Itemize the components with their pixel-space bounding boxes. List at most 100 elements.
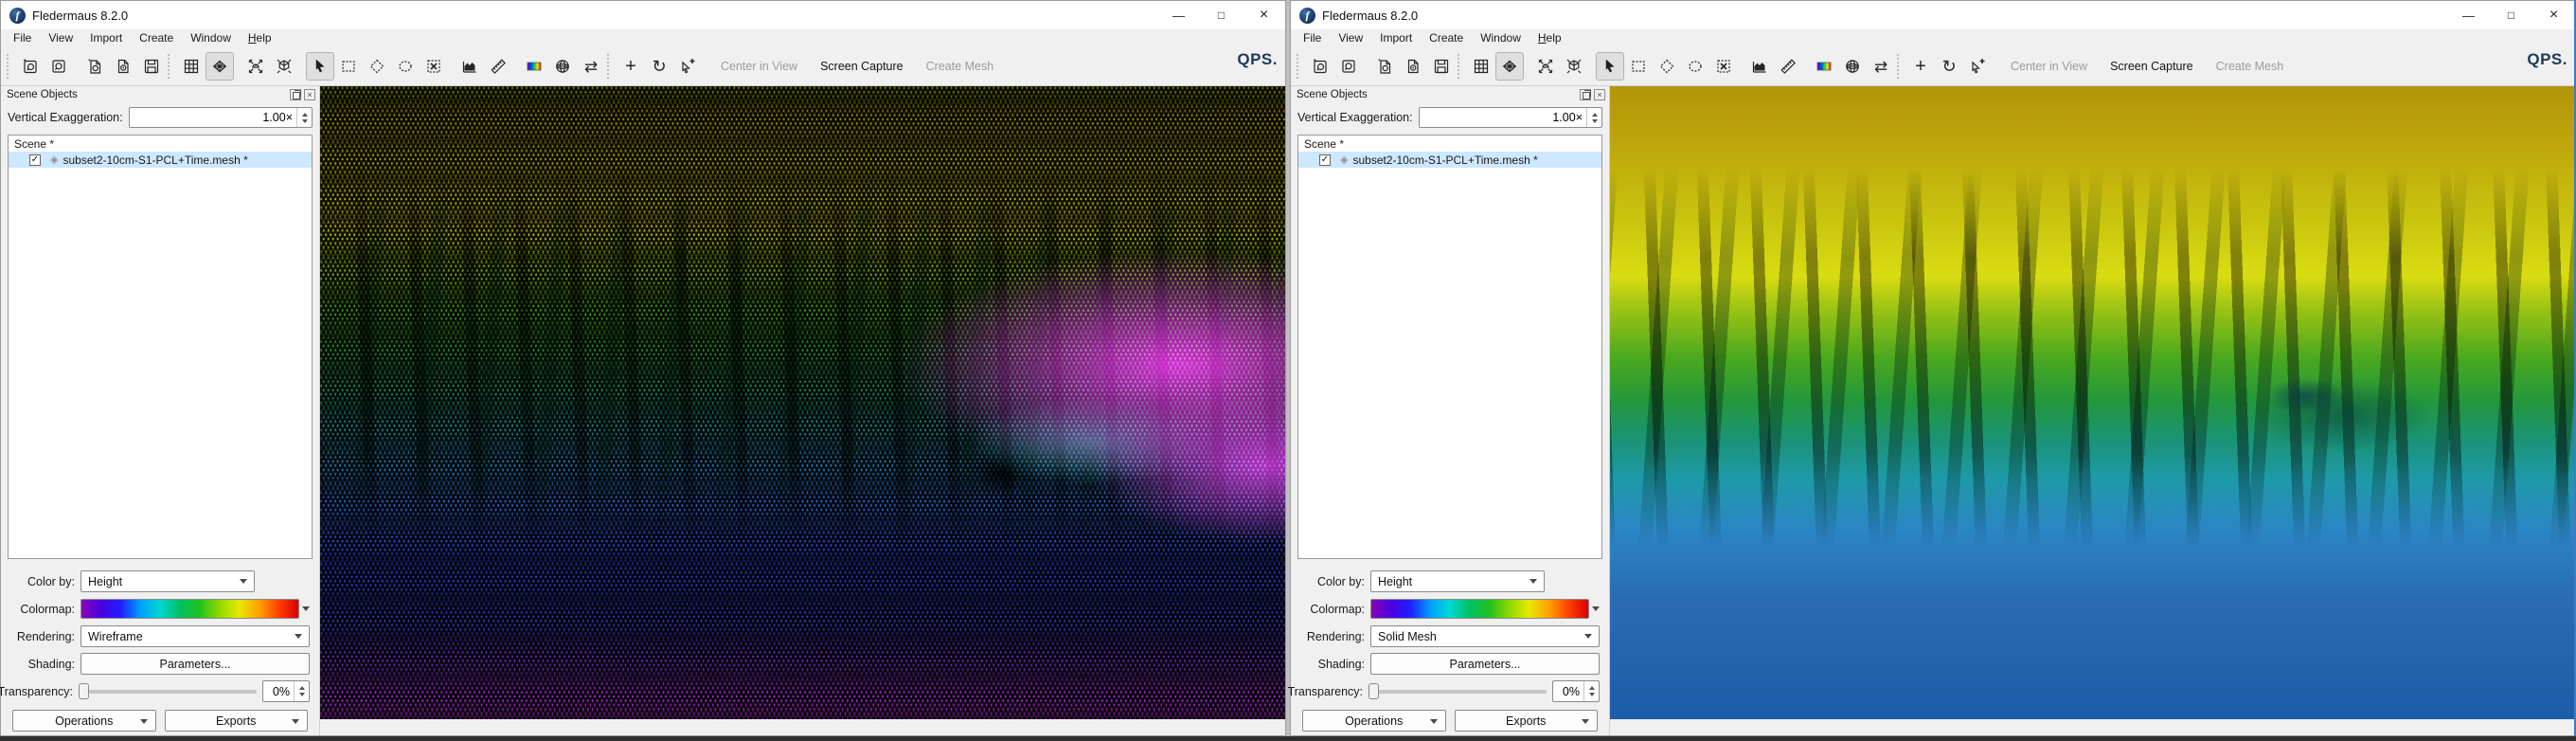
- flat-mesh-view-button[interactable]: [1495, 52, 1524, 81]
- vertical-exaggeration-input[interactable]: [1420, 111, 1586, 124]
- close-button[interactable]: ×: [1243, 1, 1285, 29]
- measure-tool-button[interactable]: [1774, 52, 1802, 81]
- mesh-globe-button[interactable]: [1838, 52, 1867, 81]
- 3d-scene-view[interactable]: [320, 86, 1285, 719]
- transparency-field[interactable]: 0%: [1552, 680, 1600, 702]
- scene-root-node[interactable]: Scene *: [1298, 136, 1601, 152]
- exports-button[interactable]: Exports: [165, 710, 309, 732]
- transparency-stepper[interactable]: [1583, 681, 1599, 701]
- minimize-button[interactable]: —: [2447, 1, 2490, 29]
- maximize-button[interactable]: □: [2490, 1, 2532, 29]
- save-button[interactable]: [137, 52, 166, 81]
- zoom-extents-button[interactable]: [1531, 52, 1560, 81]
- project-open-button[interactable]: [1334, 52, 1363, 81]
- slider-handle[interactable]: [1368, 683, 1379, 699]
- mesh-tree-item[interactable]: ✓ ◈ subset2-10cm-S1-PCL+Time.mesh *: [1298, 152, 1601, 168]
- spin-up-icon[interactable]: [1592, 113, 1598, 117]
- diamond-select-button[interactable]: [363, 52, 391, 81]
- profile-tool-button[interactable]: [456, 52, 484, 81]
- spin-down-icon[interactable]: [299, 693, 305, 696]
- profile-tool-button[interactable]: [1745, 52, 1774, 81]
- clear-selection-button[interactable]: [420, 52, 448, 81]
- screen-capture-button[interactable]: Screen Capture: [2099, 60, 2205, 73]
- toolbar-grip[interactable]: [607, 54, 613, 79]
- cursor-select-button[interactable]: [306, 52, 334, 81]
- vertical-exaggeration-stepper[interactable]: [296, 108, 312, 127]
- measure-tool-button[interactable]: [484, 52, 512, 81]
- export-file-button[interactable]: [1399, 52, 1427, 81]
- spin-down-icon[interactable]: [1589, 693, 1595, 696]
- colormap-select[interactable]: [80, 598, 310, 620]
- transparency-slider[interactable]: [79, 680, 257, 702]
- vertical-exaggeration-field[interactable]: [129, 107, 313, 128]
- color-by-select[interactable]: Height: [80, 570, 255, 592]
- menu-window[interactable]: Window: [182, 29, 240, 47]
- mesh-globe-button[interactable]: [548, 52, 577, 81]
- toolbar-grip[interactable]: [7, 54, 12, 79]
- panel-float-icon[interactable]: [1580, 89, 1591, 100]
- vertical-exaggeration-stepper[interactable]: [1586, 108, 1601, 127]
- spin-down-icon[interactable]: [1592, 119, 1598, 123]
- swap-views-button[interactable]: ⇄: [577, 52, 605, 81]
- export-file-button[interactable]: [109, 52, 137, 81]
- mesh-tree-item[interactable]: ✓ ◈ subset2-10cm-S1-PCL+Time.mesh *: [9, 152, 312, 168]
- cursor-select-button[interactable]: [1596, 52, 1624, 81]
- menu-view[interactable]: View: [40, 29, 81, 47]
- shading-parameters-button[interactable]: Parameters...: [1370, 653, 1600, 675]
- screen-capture-button[interactable]: Screen Capture: [809, 60, 915, 73]
- project-new-button[interactable]: [1306, 52, 1334, 81]
- center-in-view-button[interactable]: Center in View: [709, 60, 809, 73]
- exports-button[interactable]: Exports: [1455, 710, 1599, 732]
- transparency-stepper[interactable]: [294, 681, 309, 701]
- grid-view-button[interactable]: [177, 52, 206, 81]
- scene-root-node[interactable]: Scene *: [9, 136, 312, 152]
- rect-select-button[interactable]: [1624, 52, 1653, 81]
- center-in-view-button[interactable]: Center in View: [1999, 60, 2099, 73]
- menu-help[interactable]: Help: [1530, 29, 1570, 47]
- clear-selection-button[interactable]: [1709, 52, 1738, 81]
- menu-create[interactable]: Create: [131, 29, 182, 47]
- zoom-extents-button[interactable]: [242, 52, 270, 81]
- vertical-exaggeration-input[interactable]: [130, 111, 296, 124]
- project-new-button[interactable]: [16, 52, 45, 81]
- import-file-button[interactable]: [1370, 52, 1399, 81]
- menu-file[interactable]: File: [5, 29, 40, 47]
- rendering-select[interactable]: Solid Mesh: [1370, 625, 1600, 647]
- menu-window[interactable]: Window: [1472, 29, 1530, 47]
- close-button[interactable]: ×: [2532, 1, 2575, 29]
- operations-button[interactable]: Operations: [1302, 710, 1446, 732]
- zoom-selection-button[interactable]: [1560, 52, 1588, 81]
- maximize-button[interactable]: □: [1200, 1, 1243, 29]
- create-mesh-button[interactable]: Create Mesh: [2205, 60, 2296, 73]
- create-mesh-button[interactable]: Create Mesh: [915, 60, 1006, 73]
- grid-view-button[interactable]: [1467, 52, 1495, 81]
- swap-views-button[interactable]: ⇄: [1867, 52, 1895, 81]
- colormap-tool-button[interactable]: [1810, 52, 1838, 81]
- spin-up-icon[interactable]: [1589, 686, 1595, 690]
- flat-mesh-view-button[interactable]: [206, 52, 234, 81]
- panel-float-icon[interactable]: [290, 89, 301, 100]
- transparency-slider[interactable]: [1368, 680, 1547, 702]
- panel-close-icon[interactable]: ×: [304, 89, 315, 100]
- colormap-select[interactable]: [1370, 598, 1600, 620]
- project-open-button[interactable]: [45, 52, 73, 81]
- menu-create[interactable]: Create: [1421, 29, 1472, 47]
- spin-up-icon[interactable]: [299, 686, 305, 690]
- panel-close-icon[interactable]: ×: [1594, 89, 1605, 100]
- shading-parameters-button[interactable]: Parameters...: [80, 653, 310, 675]
- rotate-view-button[interactable]: ↻: [645, 52, 673, 81]
- 3d-scene-view[interactable]: [1610, 86, 2575, 719]
- menu-view[interactable]: View: [1330, 29, 1371, 47]
- spin-up-icon[interactable]: [302, 113, 308, 117]
- minimize-button[interactable]: —: [1157, 1, 1200, 29]
- operations-button[interactable]: Operations: [12, 710, 156, 732]
- add-object-button[interactable]: +: [1906, 52, 1935, 81]
- visibility-checkbox[interactable]: ✓: [1319, 154, 1331, 166]
- toolbar-grip[interactable]: [168, 54, 173, 79]
- toolbar-grip[interactable]: [1897, 54, 1903, 79]
- colormap-tool-button[interactable]: [520, 52, 548, 81]
- add-object-button[interactable]: +: [617, 52, 645, 81]
- toolbar-grip[interactable]: [1297, 54, 1302, 79]
- zoom-selection-button[interactable]: [270, 52, 298, 81]
- rect-select-button[interactable]: [334, 52, 363, 81]
